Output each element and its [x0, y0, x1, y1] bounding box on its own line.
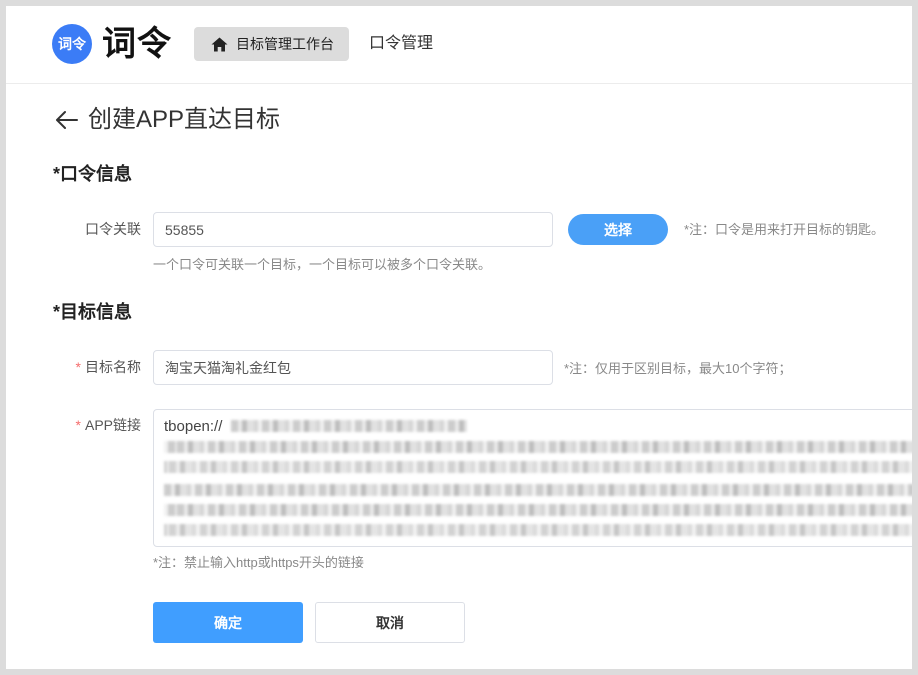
target-name-label-text: 目标名称: [85, 359, 141, 375]
password-help-text: 一个口令可关联一个目标，一个目标可以被多个口令关联。: [153, 257, 492, 272]
nav-target-workbench[interactable]: 目标管理工作台: [194, 27, 349, 61]
redacted-text-line: [164, 524, 917, 536]
required-mark: *: [75, 359, 81, 375]
target-section-heading: *目标信息: [53, 302, 133, 322]
cancel-button[interactable]: 取消: [315, 602, 465, 643]
redacted-text-line: [231, 420, 467, 432]
nav-password-management[interactable]: 口令管理: [369, 33, 433, 55]
app-link-visible-text: tbopen://: [164, 418, 223, 435]
app-link-help-text: *注：禁止输入http或https开头的链接: [153, 555, 364, 570]
confirm-button[interactable]: 确定: [153, 602, 303, 643]
arrow-left-icon[interactable]: [55, 110, 79, 130]
password-section-heading: *口令信息: [53, 164, 133, 184]
password-link-input[interactable]: [153, 212, 553, 247]
window-frame: [0, 0, 918, 675]
required-mark: *: [75, 417, 81, 433]
target-name-note: *注：仅用于区别目标，最大10个字符；: [564, 361, 792, 376]
redacted-text-line: [164, 441, 917, 453]
logo-text: 词令: [102, 25, 172, 63]
home-icon: [211, 37, 228, 52]
target-name-label: * 目标名称: [40, 357, 141, 377]
redacted-text-line: [164, 504, 917, 516]
top-header: 词令 词令 目标管理工作台 口令管理: [0, 0, 918, 84]
app-link-label-text: APP链接: [84, 417, 141, 433]
redacted-text-line: [164, 461, 917, 473]
password-link-label: 口令关联: [85, 221, 141, 237]
redacted-text-line: [164, 484, 917, 496]
app-link-label: * APP链接: [40, 415, 141, 435]
logo-badge: 词令: [52, 24, 92, 64]
page-title: 创建APP直达目标: [88, 106, 281, 133]
password-note: *注：口令是用来打开目标的钥匙。: [684, 222, 885, 237]
app-link-textarea[interactable]: tbopen://: [153, 409, 918, 547]
nav-target-workbench-label: 目标管理工作台: [236, 36, 334, 52]
page: 词令 词令 目标管理工作台 口令管理 创建APP直达目标 *口令信息 口令关联 …: [0, 0, 918, 675]
target-name-input[interactable]: [153, 350, 553, 385]
select-password-button[interactable]: 选择: [568, 214, 668, 245]
